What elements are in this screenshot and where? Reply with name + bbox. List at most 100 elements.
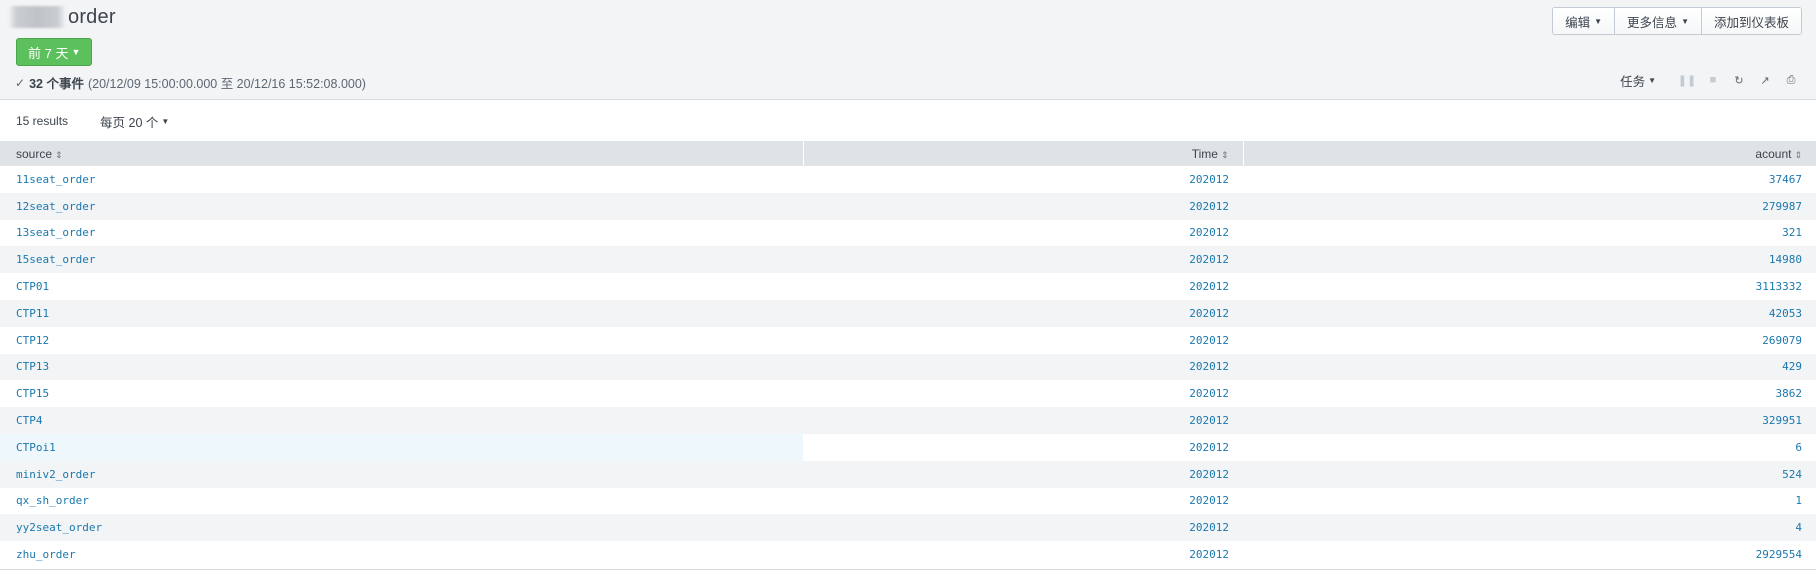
cell-acount[interactable]: 279987	[1243, 192, 1816, 220]
table-row: yy2seat_order 202012 4	[0, 514, 1816, 542]
cell-time[interactable]: 202012	[803, 219, 1243, 247]
cell-source[interactable]: 13seat_order	[0, 219, 803, 247]
cell-acount[interactable]: 269079	[1243, 326, 1816, 354]
share-icon[interactable]: ↗	[1752, 74, 1778, 87]
column-header-label: Time	[1191, 146, 1218, 161]
table-row: CTP12 202012 269079	[0, 326, 1816, 354]
cell-time[interactable]: 202012	[803, 541, 1243, 568]
more-info-button[interactable]: 更多信息 ▼	[1614, 8, 1701, 34]
cell-acount[interactable]: 524	[1243, 460, 1816, 488]
cell-source[interactable]: zhu_order	[0, 541, 803, 568]
cell-time[interactable]: 202012	[803, 353, 1243, 381]
per-page-selector[interactable]: 每页 20 个 ▼	[100, 112, 169, 131]
table-row: CTP4 202012 329951	[0, 407, 1816, 434]
cell-acount[interactable]: 3862	[1243, 380, 1816, 408]
cell-source[interactable]: CTP15	[0, 380, 803, 408]
table-row: CTP01 202012 3113332	[0, 273, 1816, 300]
caret-down-icon: ▼	[1594, 16, 1603, 26]
column-header-label: source	[16, 146, 53, 161]
sort-icon: ⇕	[55, 149, 63, 160]
job-toolbar: 任务 ▼ ❚❚ ■ ↻ ↗ ⎙	[1620, 70, 1804, 90]
cell-source[interactable]: CTPoi1	[0, 433, 803, 461]
event-count: 32 个事件	[29, 77, 84, 91]
results-bar: 15 results 每页 20 个 ▼	[0, 101, 1816, 141]
cell-source[interactable]: CTP13	[0, 353, 803, 381]
event-range: (20/12/09 15:00:00.000 至 20/12/16 15:52:…	[87, 77, 366, 91]
cell-acount[interactable]: 37467	[1243, 166, 1816, 193]
cell-time[interactable]: 202012	[803, 192, 1243, 220]
page-title: order	[68, 5, 116, 28]
results-table: source ⇕ Time ⇕ acount ⇕ 11seat_order 202012…	[0, 141, 1816, 568]
cell-acount[interactable]: 3113332	[1243, 273, 1816, 300]
job-menu-label: 任务	[1620, 74, 1646, 89]
job-menu[interactable]: 任务 ▼	[1620, 71, 1656, 90]
cell-source[interactable]: CTP12	[0, 326, 803, 354]
cell-acount[interactable]: 14980	[1243, 246, 1816, 274]
stop-icon[interactable]: ■	[1700, 74, 1726, 86]
cell-time[interactable]: 202012	[803, 246, 1243, 274]
caret-down-icon: ▼	[1681, 16, 1689, 26]
results-count: 15 results	[16, 114, 69, 128]
edit-button-label: 编辑	[1565, 15, 1591, 30]
table-row: 12seat_order 202012 279987	[0, 192, 1816, 220]
caret-down-icon: ▼	[71, 47, 81, 57]
table-row: CTP13 202012 429	[0, 353, 1816, 381]
cell-source[interactable]: CTP01	[0, 273, 803, 300]
column-header-label: acount	[1755, 146, 1792, 161]
cell-acount[interactable]: 42053	[1243, 299, 1816, 327]
cell-acount[interactable]: 2929554	[1243, 541, 1816, 568]
table-row: CTP15 202012 3862	[0, 380, 1816, 408]
cell-source[interactable]: CTP11	[0, 299, 803, 327]
cell-time[interactable]: 202012	[803, 487, 1243, 515]
table-row: qx_sh_order 202012 1	[0, 487, 1816, 515]
cell-time[interactable]: 202012	[803, 460, 1243, 488]
table-header-row: source ⇕ Time ⇕ acount ⇕	[0, 141, 1816, 166]
add-to-dashboard-button[interactable]: 添加到仪表板	[1700, 8, 1801, 34]
column-header-acount[interactable]: acount ⇕	[1243, 141, 1816, 166]
cell-acount[interactable]: 329951	[1243, 407, 1816, 434]
cell-source[interactable]: CTP4	[0, 407, 803, 434]
edit-button[interactable]: 编辑 ▼	[1553, 8, 1615, 34]
column-header-time[interactable]: Time ⇕	[803, 141, 1244, 166]
table-body: 11seat_order 202012 37467 12seat_order 20201…	[0, 166, 1816, 568]
more-info-button-label: 更多信息	[1627, 15, 1678, 30]
cell-source[interactable]: qx_sh_order	[0, 487, 803, 515]
cell-time[interactable]: 202012	[803, 380, 1243, 408]
cell-acount[interactable]: 6	[1243, 433, 1816, 461]
title-area: order	[8, 4, 116, 30]
cell-time[interactable]: 202012	[803, 407, 1243, 434]
cell-time[interactable]: 202012	[803, 326, 1243, 354]
time-range-picker[interactable]: 前 7 天 ▼	[16, 38, 93, 66]
redacted-title-prefix	[8, 6, 66, 28]
column-header-source[interactable]: source ⇕	[0, 141, 804, 166]
cell-time[interactable]: 202012	[803, 299, 1243, 327]
action-button-group: 编辑 ▼ 更多信息 ▼ 添加到仪表板	[1552, 7, 1802, 35]
cell-source[interactable]: miniv2_order	[0, 460, 803, 488]
caret-down-icon: ▼	[161, 116, 170, 126]
pause-icon[interactable]: ❚❚	[1674, 74, 1700, 87]
cell-time[interactable]: 202012	[803, 433, 1243, 461]
cell-acount[interactable]: 4	[1243, 514, 1816, 542]
cell-acount[interactable]: 321	[1243, 219, 1816, 247]
table-row: miniv2_order 202012 524	[0, 460, 1816, 488]
cell-source[interactable]: 15seat_order	[0, 246, 803, 274]
cell-acount[interactable]: 429	[1243, 353, 1816, 381]
refresh-icon[interactable]: ↻	[1726, 74, 1752, 87]
cell-acount[interactable]: 1	[1243, 487, 1816, 515]
cell-time[interactable]: 202012	[803, 273, 1243, 300]
cell-time[interactable]: 202012	[803, 514, 1243, 542]
sort-icon: ⇕	[1794, 149, 1802, 160]
table-row: 15seat_order 202012 14980	[0, 246, 1816, 274]
cell-source[interactable]: 11seat_order	[0, 166, 803, 193]
cell-source[interactable]: yy2seat_order	[0, 514, 803, 542]
cell-time[interactable]: 202012	[803, 166, 1243, 193]
divider	[0, 569, 1816, 570]
table-row: CTP11 202012 42053	[0, 299, 1816, 327]
table-row: 11seat_order 202012 37467	[0, 166, 1816, 193]
per-page-label: 每页 20 个	[100, 115, 159, 130]
add-to-dashboard-label: 添加到仪表板	[1713, 15, 1789, 30]
table-row: zhu_order 202012 2929554	[0, 541, 1816, 568]
caret-down-icon: ▼	[1648, 75, 1656, 85]
cell-source[interactable]: 12seat_order	[0, 192, 803, 220]
print-icon[interactable]: ⎙	[1778, 74, 1804, 87]
